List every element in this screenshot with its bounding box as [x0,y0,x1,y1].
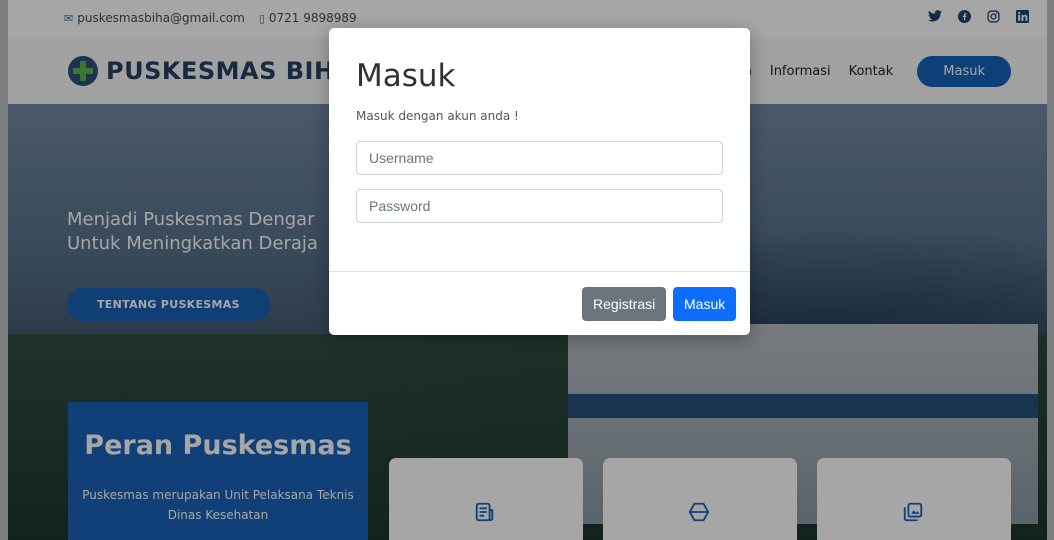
password-input[interactable] [356,189,723,223]
modal-title: Masuk [356,58,456,94]
login-modal: Masuk Masuk dengan akun anda ! Registras… [329,28,750,335]
register-button[interactable]: Registrasi [582,287,667,321]
login-button[interactable]: Masuk [673,287,737,321]
modal-subtitle: Masuk dengan akun anda ! [356,109,519,123]
modal-footer-divider [329,271,750,272]
username-input[interactable] [356,141,723,175]
